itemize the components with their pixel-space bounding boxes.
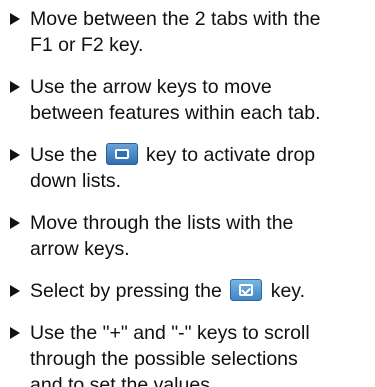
instruction-text: down lists. [30,170,122,192]
drop-list-key-icon [105,143,138,165]
instruction-line: Use the key to activate drop [30,142,367,168]
instruction-line: Select by pressing the key. [30,278,367,304]
instruction-text: arrow keys. [30,238,130,260]
instruction-text: Select by pressing the [30,280,222,302]
instruction-text: and to set the values. [30,374,216,387]
bullet-arrow-icon [10,285,20,297]
bullet-arrow-icon [10,217,20,229]
instruction-item-drop-down: Use the key to activate drop down lists. [4,142,367,194]
instruction-text: F1 or F2 key. [30,34,144,56]
bullet-arrow-icon [10,149,20,161]
instruction-item-select: Select by pressing the key. [4,278,367,304]
instruction-text: key. [270,280,306,302]
instruction-item-tabs: Move between the 2 tabs with the F1 or F… [4,6,367,58]
instruction-text: through the possible selections [30,348,298,370]
instruction-text: key to activate drop [146,144,316,166]
instruction-text: Move between the 2 tabs with the [30,8,321,30]
bullet-arrow-icon [10,327,20,339]
bullet-arrow-icon [10,81,20,93]
instruction-item-lists: Move through the lists with the arrow ke… [4,210,367,262]
instruction-list: Move between the 2 tabs with the F1 or F… [0,0,375,387]
instruction-text: Use the "+" and "-" keys to scroll [30,322,310,344]
select-check-key-icon [230,279,263,301]
instruction-text: Move through the lists with the [30,212,294,234]
instruction-item-arrow-keys: Use the arrow keys to move between featu… [4,74,367,126]
instruction-text: between features within each tab. [30,102,321,124]
instruction-text: Use the [30,144,98,166]
bullet-arrow-icon [10,13,20,25]
instruction-text: Use the arrow keys to move [30,76,272,98]
instruction-item-plus-minus: Use the "+" and "-" keys to scroll throu… [4,320,367,387]
